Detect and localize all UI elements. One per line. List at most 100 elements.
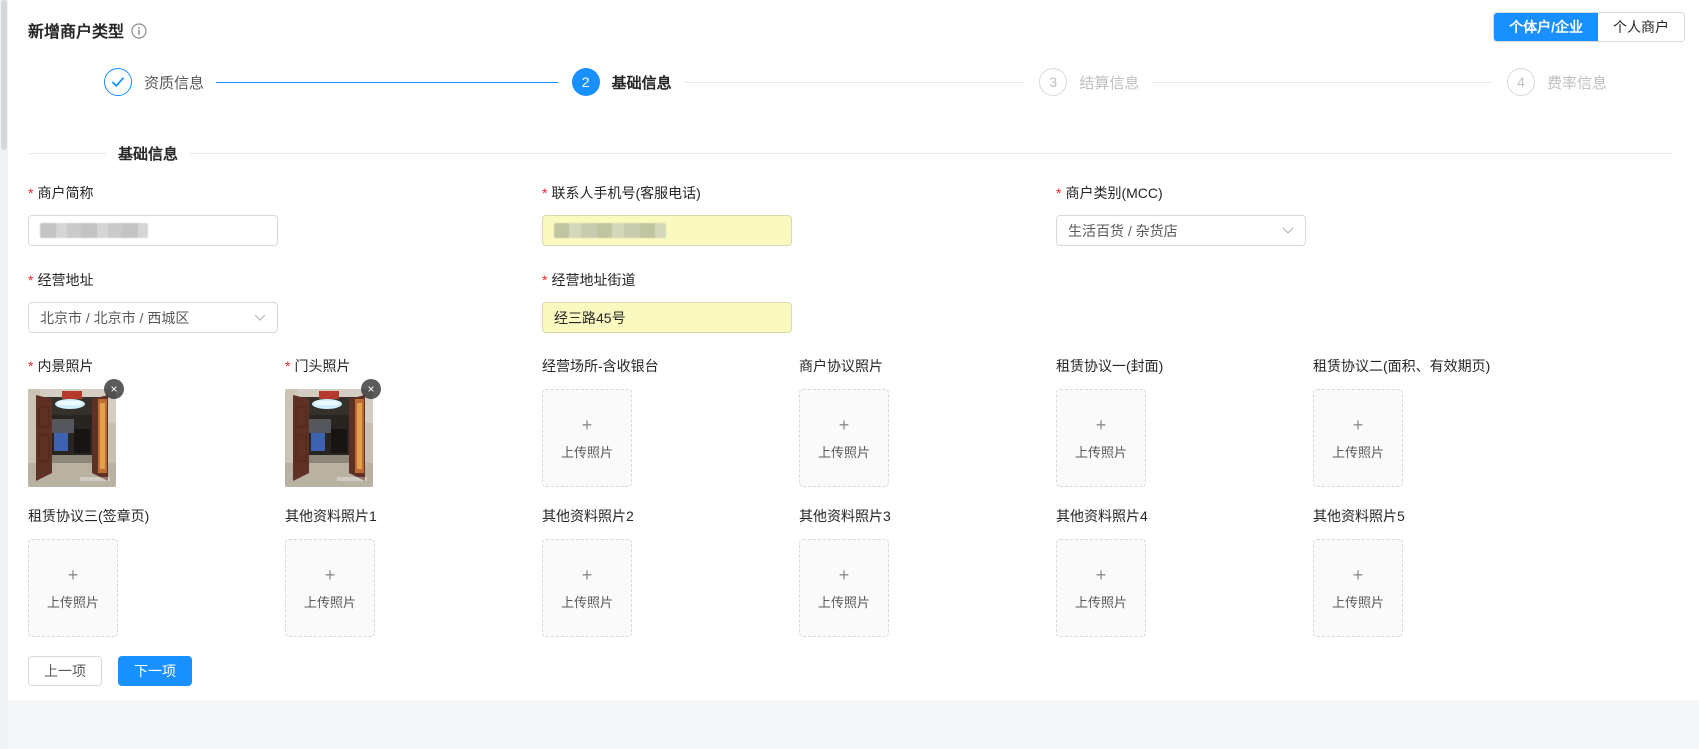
plus-icon: + xyxy=(582,566,593,584)
close-icon: × xyxy=(367,383,374,395)
upload-field: 其他资料照片4 + 上传照片 xyxy=(1056,506,1313,637)
mcc-label: 商户类别(MCC) xyxy=(1065,183,1162,203)
upload-row-1: *内景照片 × *门头 xyxy=(28,356,1570,487)
toggle-option-personal[interactable]: 个人商户 xyxy=(1598,13,1684,41)
field-contact-phone: * 联系人手机号(客服电话) xyxy=(542,183,792,246)
remove-photo-button[interactable]: × xyxy=(361,379,381,399)
merchant-type-toggle: 个体户/企业 个人商户 xyxy=(1493,12,1685,42)
uploaded-photo-thumbnail[interactable]: × xyxy=(285,389,373,487)
upload-field: 租赁协议一(封面) + 上传照片 xyxy=(1056,356,1313,487)
upload-field: *门头照片 × xyxy=(285,356,542,487)
upload-button-text: 上传照片 xyxy=(1075,442,1127,461)
upload-photo-button[interactable]: + 上传照片 xyxy=(542,539,632,637)
business-address-cascader[interactable]: 北京市 / 北京市 / 西城区 xyxy=(28,302,278,333)
upload-field-label: 经营场所-含收银台 xyxy=(542,356,799,376)
upload-button-text: 上传照片 xyxy=(47,592,99,611)
upload-photo-button[interactable]: + 上传照片 xyxy=(799,389,889,487)
upload-field: 租赁协议二(面积、有效期页) + 上传照片 xyxy=(1313,356,1570,487)
step-connector-1 xyxy=(216,82,558,83)
chevron-down-icon xyxy=(1282,227,1294,234)
contact-phone-label: 联系人手机号(客服电话) xyxy=(551,183,700,203)
upload-field-label: 其他资料照片4 xyxy=(1056,506,1313,526)
step-basic-info: 2 基础信息 xyxy=(572,68,1040,96)
field-merchant-short-name: * 商户简称 xyxy=(28,183,278,246)
remove-photo-button[interactable]: × xyxy=(104,379,124,399)
mcc-selected-value: 生活百货 / 杂货店 xyxy=(1068,221,1178,241)
info-icon[interactable] xyxy=(131,23,147,39)
upload-field-label: 其他资料照片1 xyxy=(285,506,542,526)
address-street-label: 经营地址街道 xyxy=(551,270,635,290)
upload-field: *内景照片 × xyxy=(28,356,285,487)
merchant-form-card: 新增商户类型 个体户/企业 个人商户 资质信息 2 基础信息 3 xyxy=(0,0,1699,700)
steps-bar: 资质信息 2 基础信息 3 结算信息 4 费率信息 xyxy=(104,68,1619,96)
upload-button-text: 上传照片 xyxy=(1332,442,1384,461)
page-title-text: 新增商户类型 xyxy=(28,18,124,42)
redacted-value xyxy=(554,223,666,238)
upload-photo-button[interactable]: + 上传照片 xyxy=(28,539,118,637)
required-mark: * xyxy=(28,358,33,374)
step-settlement-info: 3 结算信息 xyxy=(1039,68,1507,96)
next-step-button[interactable]: 下一项 xyxy=(118,656,192,686)
step-4-label: 费率信息 xyxy=(1547,72,1607,93)
required-mark: * xyxy=(28,185,33,201)
step-1-check-icon xyxy=(104,68,132,96)
uploaded-photo-thumbnail[interactable]: × xyxy=(28,389,116,487)
upload-field-label: 其他资料照片5 xyxy=(1313,506,1570,526)
upload-photo-button[interactable]: + 上传照片 xyxy=(1313,389,1403,487)
upload-field: 其他资料照片3 + 上传照片 xyxy=(799,506,1056,637)
business-address-label: 经营地址 xyxy=(37,270,93,290)
upload-field-label: 租赁协议一(封面) xyxy=(1056,356,1313,376)
address-street-input[interactable]: 经三路45号 xyxy=(542,302,792,333)
step-connector-3 xyxy=(1151,82,1493,83)
upload-field-label: 租赁协议二(面积、有效期页) xyxy=(1313,356,1570,376)
plus-icon: + xyxy=(68,566,79,584)
required-mark: * xyxy=(1056,185,1061,201)
prev-step-button[interactable]: 上一项 xyxy=(28,656,102,686)
upload-photo-button[interactable]: + 上传照片 xyxy=(1056,389,1146,487)
storefront-photo xyxy=(28,389,116,487)
upload-photo-button[interactable]: + 上传照片 xyxy=(799,539,889,637)
upload-field: 经营场所-含收银台 + 上传照片 xyxy=(542,356,799,487)
upload-field: 其他资料照片5 + 上传照片 xyxy=(1313,506,1570,637)
upload-button-text: 上传照片 xyxy=(561,592,613,611)
plus-icon: + xyxy=(1353,566,1364,584)
plus-icon: + xyxy=(839,566,850,584)
upload-button-text: 上传照片 xyxy=(1075,592,1127,611)
chevron-down-icon xyxy=(254,314,266,321)
upload-photo-button[interactable]: + 上传照片 xyxy=(1056,539,1146,637)
upload-button-text: 上传照片 xyxy=(818,592,870,611)
mcc-select[interactable]: 生活百货 / 杂货店 xyxy=(1056,215,1306,246)
step-3-number: 3 xyxy=(1039,68,1067,96)
step-3-label: 结算信息 xyxy=(1079,72,1139,93)
merchant-short-name-label: 商户简称 xyxy=(37,183,93,203)
field-business-address: * 经营地址 北京市 / 北京市 / 西城区 xyxy=(28,270,278,333)
upload-button-text: 上传照片 xyxy=(561,442,613,461)
step-4-number: 4 xyxy=(1507,68,1535,96)
plus-icon: + xyxy=(325,566,336,584)
required-mark: * xyxy=(542,272,547,288)
step-qualification-info: 资质信息 xyxy=(104,68,572,96)
left-scrollbar-thumb[interactable] xyxy=(1,0,7,150)
step-connector-2 xyxy=(684,82,1026,83)
upload-field-label: *门头照片 xyxy=(285,356,542,376)
page-title: 新增商户类型 xyxy=(28,18,147,42)
section-divider: 基础信息 xyxy=(28,143,1671,164)
plus-icon: + xyxy=(1353,416,1364,434)
upload-photo-button[interactable]: + 上传照片 xyxy=(542,389,632,487)
required-mark: * xyxy=(285,358,290,374)
left-scrollbar-track xyxy=(0,0,8,749)
upload-field-label: 商户协议照片 xyxy=(799,356,1056,376)
upload-photo-button[interactable]: + 上传照片 xyxy=(1313,539,1403,637)
upload-field-label: *内景照片 xyxy=(28,356,285,376)
step-2-number: 2 xyxy=(572,68,600,96)
plus-icon: + xyxy=(582,416,593,434)
plus-icon: + xyxy=(1096,566,1107,584)
toggle-option-company[interactable]: 个体户/企业 xyxy=(1494,13,1598,41)
upload-photo-button[interactable]: + 上传照片 xyxy=(285,539,375,637)
storefront-photo xyxy=(285,389,373,487)
plus-icon: + xyxy=(1096,416,1107,434)
merchant-short-name-input[interactable] xyxy=(28,215,278,246)
upload-field-label: 租赁协议三(签章页) xyxy=(28,506,285,526)
upload-field: 其他资料照片2 + 上传照片 xyxy=(542,506,799,637)
contact-phone-input[interactable] xyxy=(542,215,792,246)
